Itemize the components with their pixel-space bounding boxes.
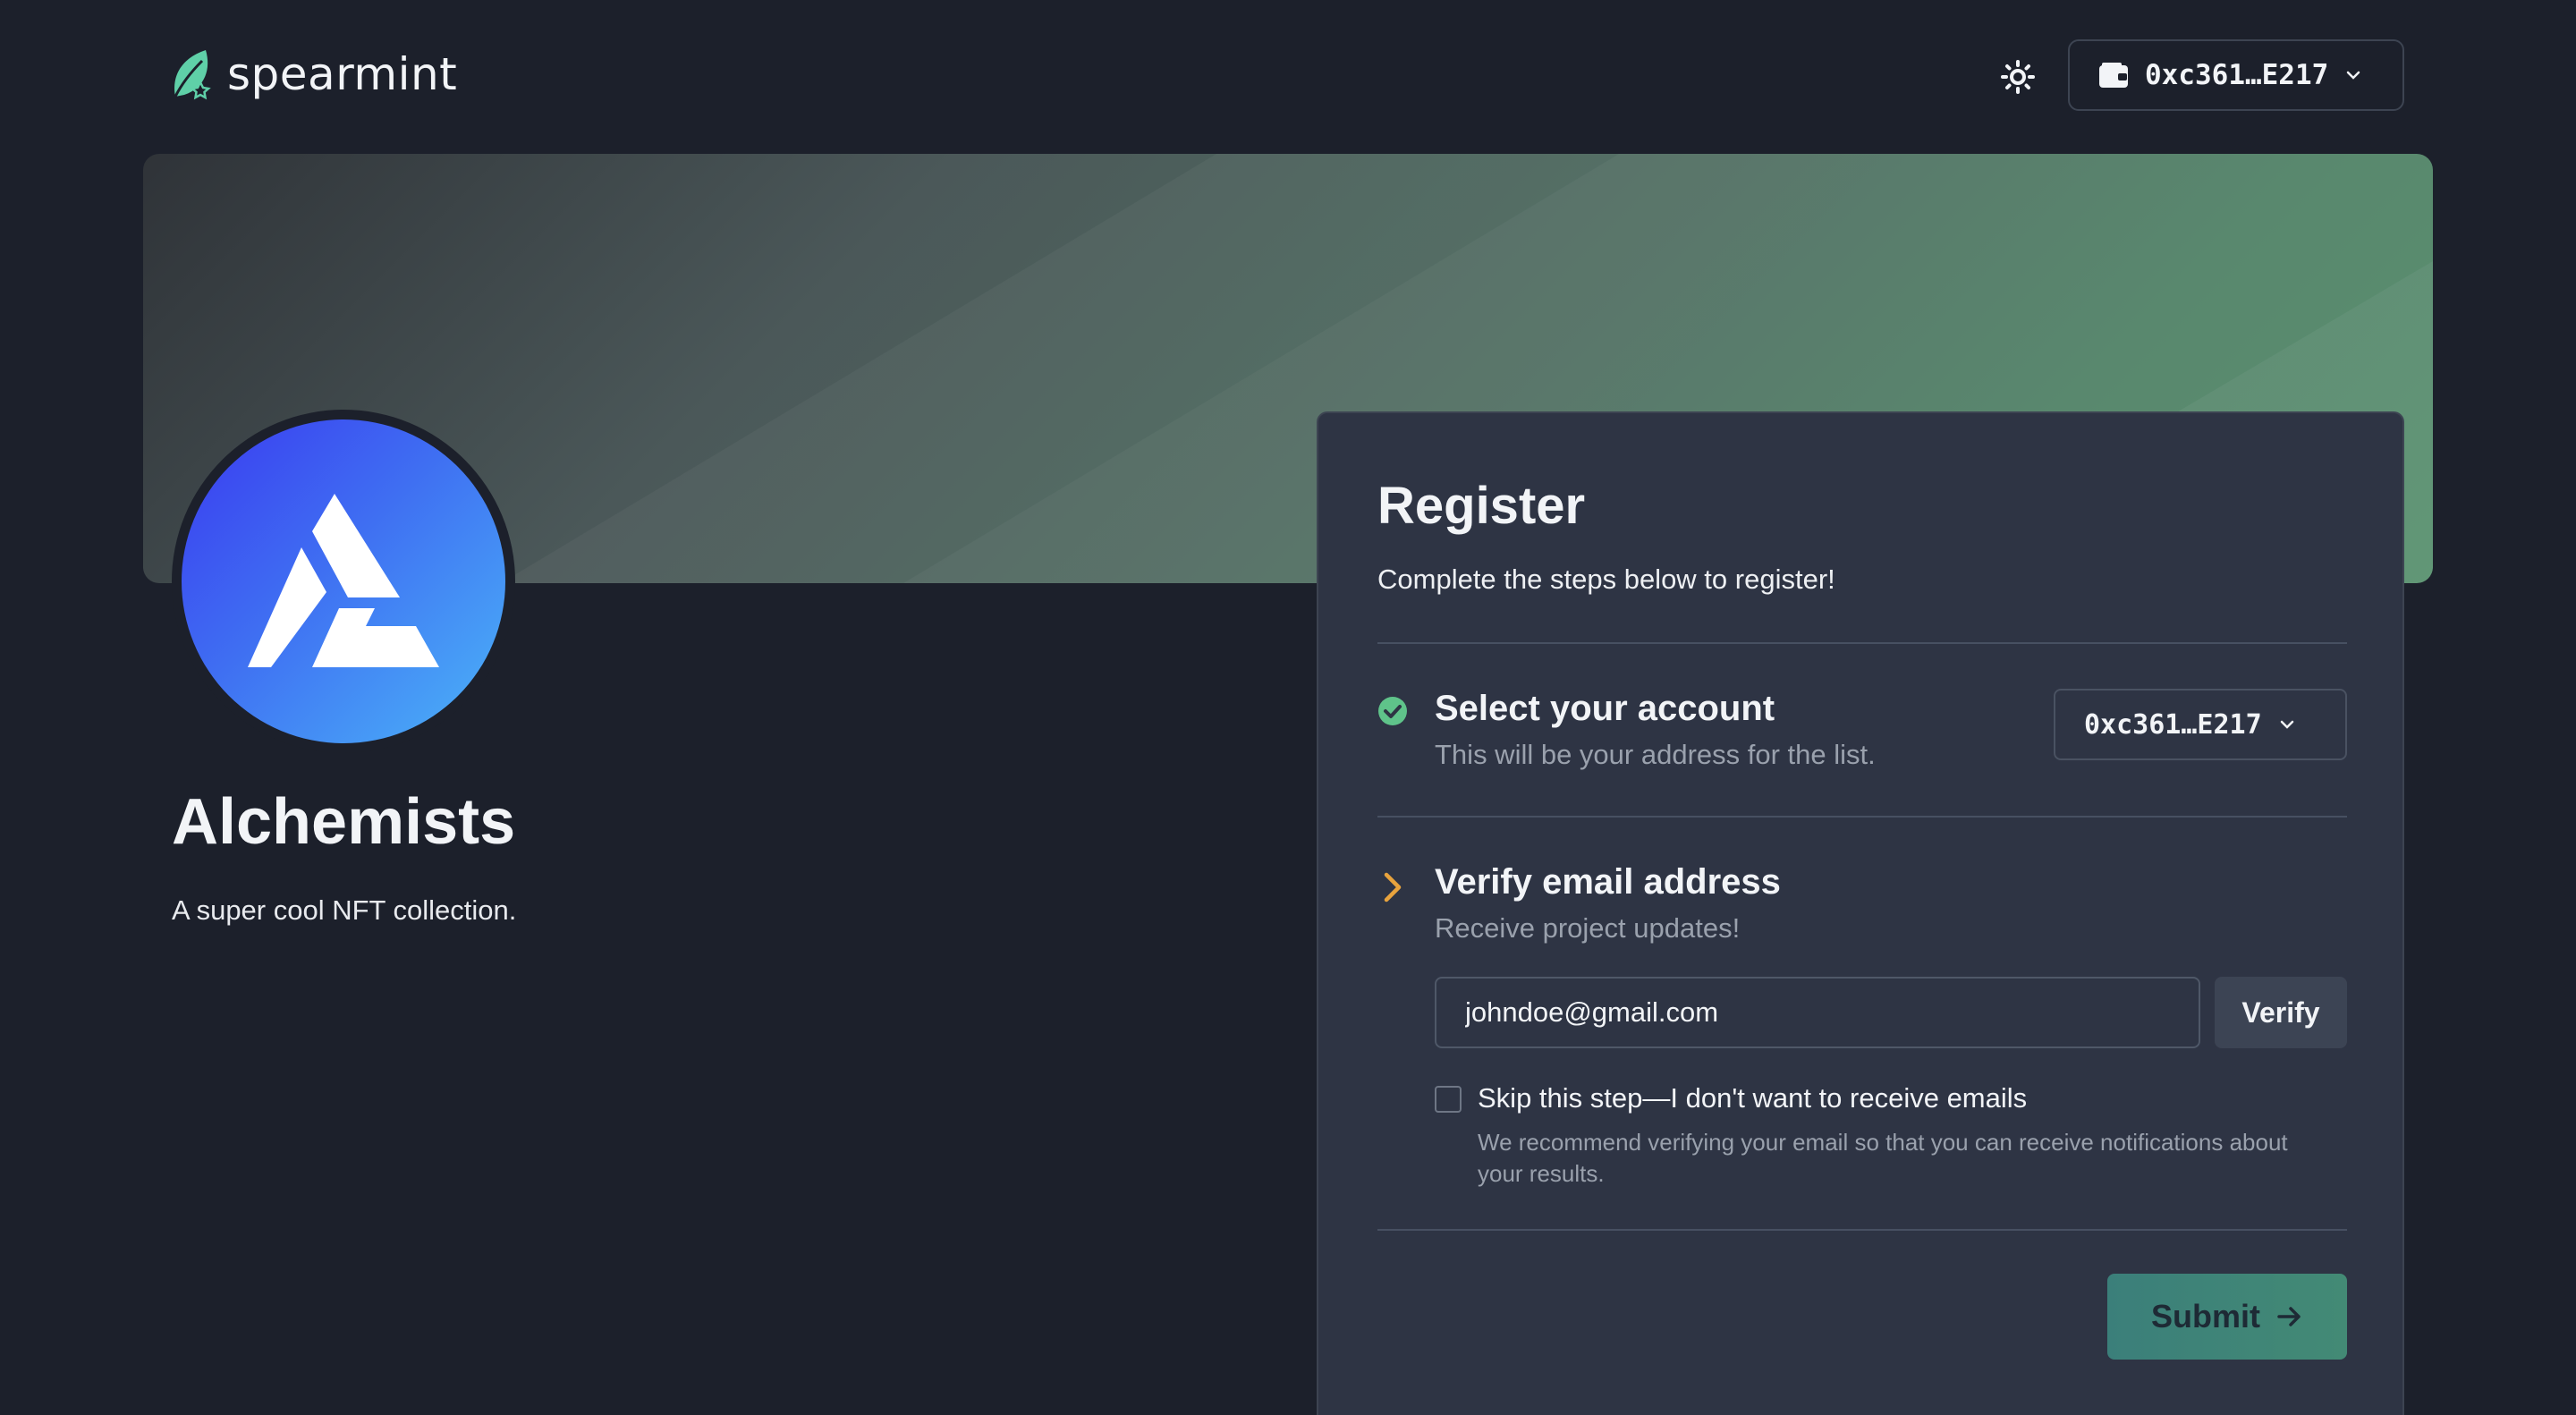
register-card: Register Complete the steps below to reg…	[1317, 411, 2404, 1415]
step-title: Verify email address	[1435, 862, 1781, 902]
submit-label: Submit	[2151, 1298, 2260, 1335]
collection-description: A super cool NFT collection.	[172, 894, 517, 926]
divider	[1377, 642, 2347, 644]
skip-label[interactable]: Skip this step—I don't want to receive e…	[1478, 1082, 2027, 1114]
step-subtitle: This will be your address for the list.	[1435, 739, 1876, 770]
verify-button[interactable]: Verify	[2215, 977, 2347, 1048]
step-subtitle: Receive project updates!	[1435, 912, 1741, 944]
arrow-right-icon	[2277, 1307, 2301, 1326]
skip-checkbox[interactable]	[1435, 1086, 1462, 1113]
chevron-down-icon	[2347, 71, 2360, 80]
register-title: Register	[1377, 477, 1586, 535]
logo-text: spearmint	[227, 48, 458, 100]
account-select[interactable]: 0xc361…E217	[2054, 689, 2347, 760]
alchemists-logo-icon	[248, 494, 439, 667]
collection-avatar	[172, 410, 515, 753]
check-circle-icon	[1378, 697, 1407, 725]
step-title: Select your account	[1435, 689, 1775, 728]
submit-button[interactable]: Submit	[2107, 1274, 2347, 1360]
sun-icon	[2001, 60, 2035, 94]
theme-toggle-button[interactable]	[1998, 57, 2038, 97]
divider	[1377, 1229, 2347, 1231]
wallet-button[interactable]: 0xc361…E217	[2068, 39, 2404, 111]
divider	[1377, 816, 2347, 818]
collection-name: Alchemists	[172, 786, 516, 858]
avatar	[182, 419, 505, 743]
skip-hint: We recommend verifying your email so tha…	[1478, 1129, 2288, 1187]
chevron-down-icon	[2280, 720, 2293, 729]
email-field[interactable]	[1435, 977, 2200, 1048]
register-subtitle: Complete the steps below to register!	[1377, 563, 1835, 595]
wallet-icon	[2099, 63, 2128, 88]
selected-account: 0xc361…E217	[2084, 708, 2262, 741]
spearmint-logo[interactable]: spearmint	[170, 47, 457, 102]
chevron-right-icon	[1384, 872, 1402, 902]
leaf-logo-icon	[174, 50, 211, 100]
wallet-address: 0xc361…E217	[2145, 59, 2329, 91]
